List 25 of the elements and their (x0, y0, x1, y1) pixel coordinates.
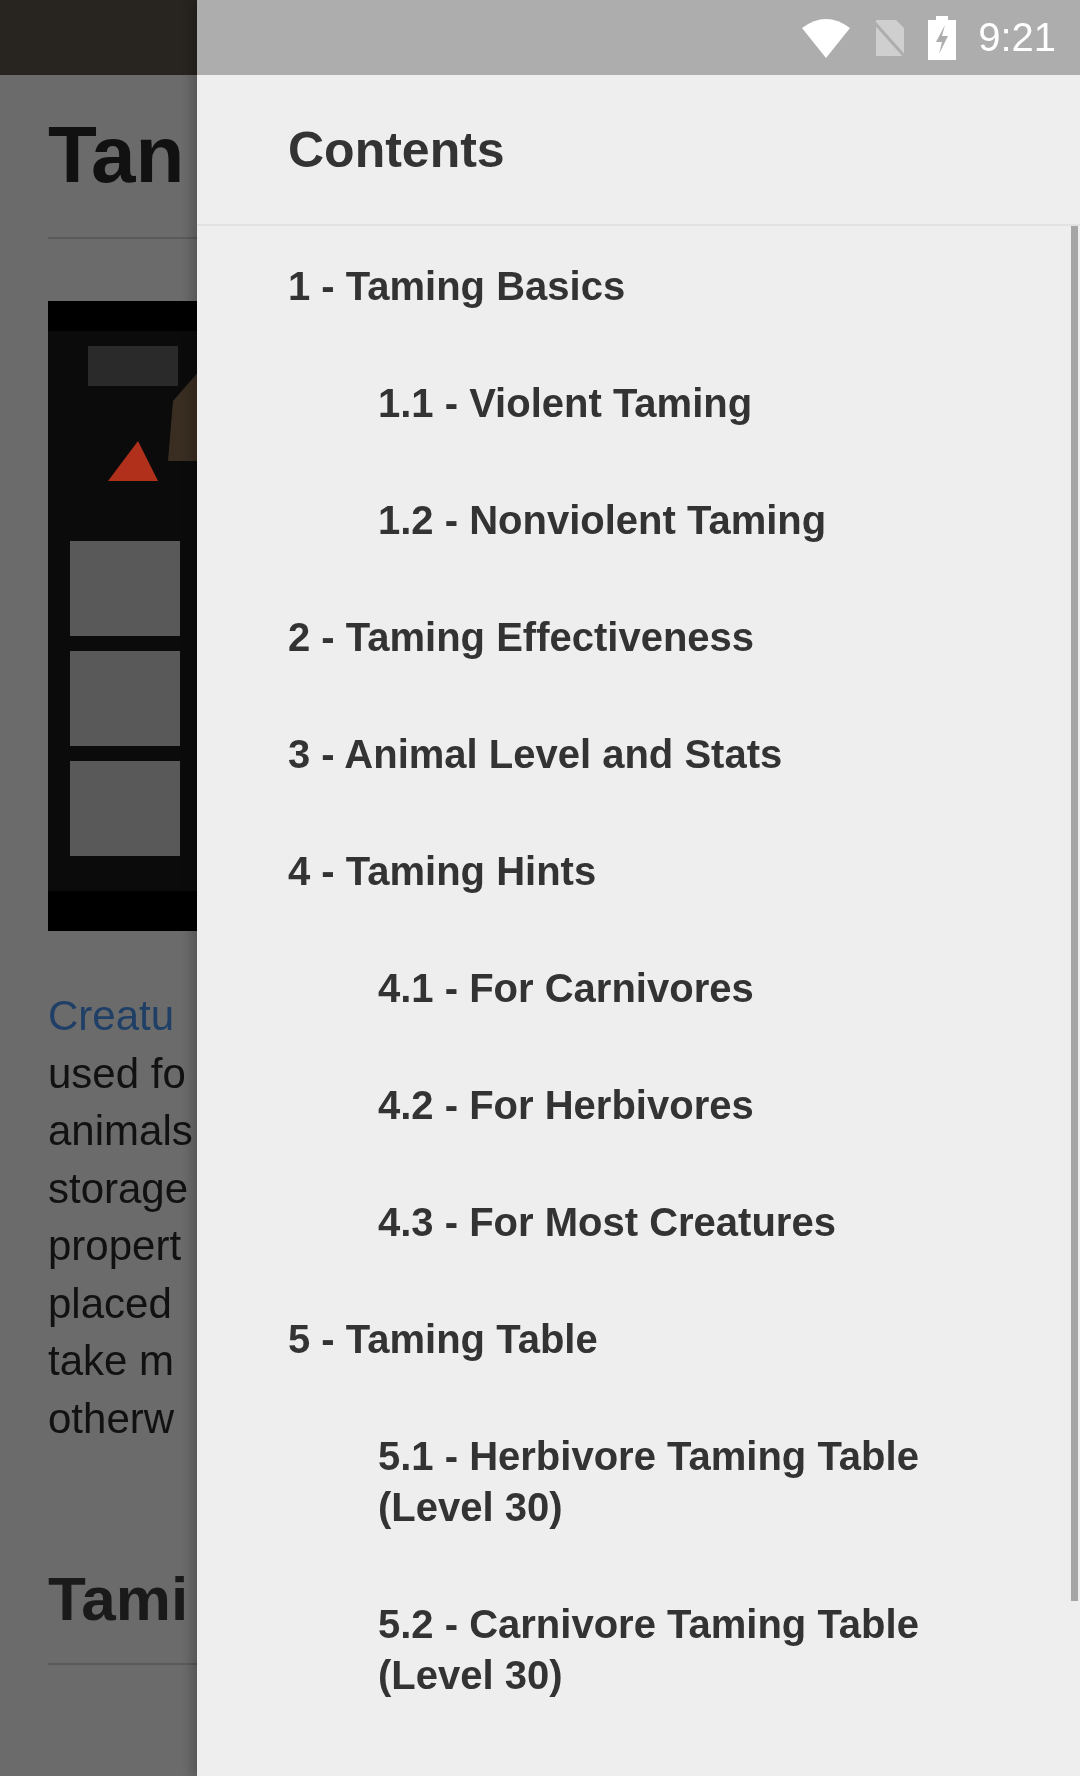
body-text: animals (48, 1106, 193, 1156)
toc-item[interactable]: 1.1 - Violent Taming (197, 345, 1080, 462)
body-text: storage (48, 1163, 189, 1214)
toc-item[interactable]: 4.3 - For Most Creatures (197, 1164, 1080, 1281)
body-text: propert (48, 1221, 182, 1271)
toc-item[interactable]: 5.2 - Carnivore Taming Table (Level 30) (197, 1566, 1080, 1734)
wifi-icon (802, 17, 851, 58)
page-title: Tan (48, 109, 185, 201)
body-text: otherw (48, 1393, 175, 1444)
toc-item[interactable]: 5 - Taming Table (197, 1281, 1080, 1398)
toc-item[interactable]: 3 - Animal Level and Stats (197, 696, 1080, 813)
toc-item[interactable]: 2 - Taming Effectiveness (197, 579, 1080, 696)
body-text: placed (48, 1278, 172, 1329)
body-text: take m (48, 1336, 175, 1386)
toc-item[interactable]: 5.1 - Herbivore Taming Table (Level 30) (197, 1398, 1080, 1566)
toc-item[interactable]: 4.1 - For Carnivores (197, 930, 1080, 1047)
toc-item[interactable]: 4.2 - For Herbivores (197, 1047, 1080, 1164)
toc-item[interactable]: 1 - Taming Basics (197, 228, 1080, 345)
drawer-title: Contents (288, 120, 505, 179)
toc-item[interactable]: 4 - Taming Hints (197, 813, 1080, 930)
section-heading: Tami (48, 1563, 189, 1635)
battery-charging-icon (928, 15, 957, 60)
status-time: 9:21 (978, 15, 1056, 60)
body-text: used fo (48, 1048, 186, 1099)
toc-item[interactable]: 1.2 - Nonviolent Taming (197, 462, 1080, 579)
